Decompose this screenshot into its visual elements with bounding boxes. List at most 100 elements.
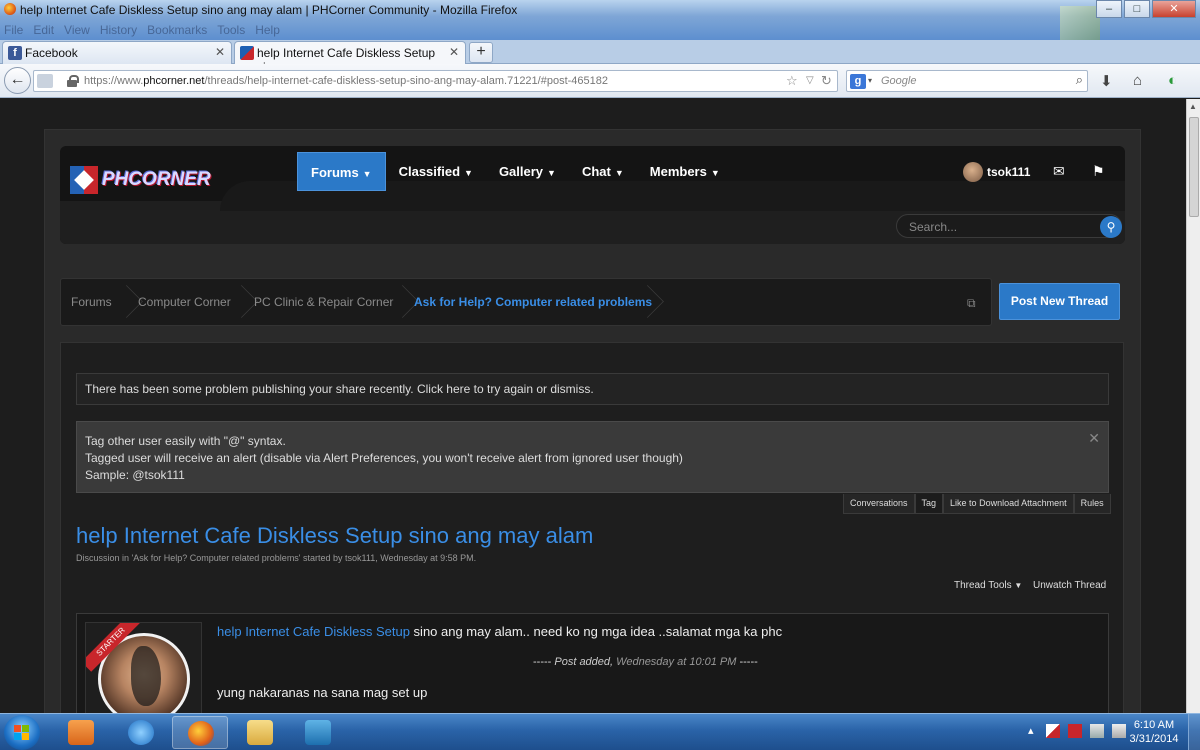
nav-forums[interactable]: Forums ▼	[297, 152, 386, 191]
flag-icon[interactable]	[1046, 724, 1060, 738]
logo-cube-icon	[70, 166, 98, 194]
username: tsok111	[987, 165, 1031, 179]
start-button[interactable]	[4, 715, 40, 750]
post-new-thread-button[interactable]: Post New Thread	[999, 283, 1120, 320]
user-menu[interactable]: tsok111	[963, 162, 1030, 182]
menu-file[interactable]: File	[4, 23, 23, 37]
internet-explorer-icon	[128, 720, 154, 745]
post-added-separator: ----- Post added, Wednesday at 10:01 PM …	[533, 656, 758, 668]
close-button[interactable]: ✕	[1152, 0, 1196, 18]
search-icon[interactable]: ⌕	[1076, 72, 1083, 88]
tab-phcorner-thread[interactable]: help Internet Cafe Diskless Setup sino..…	[234, 41, 466, 74]
site-search-input[interactable]: Search... ⚲	[896, 214, 1122, 238]
caret-down-icon: ▼	[614, 168, 624, 178]
menu-view[interactable]: View	[64, 23, 90, 37]
breadcrumb-ask-for-help[interactable]: Ask for Help? Computer related problems	[414, 279, 652, 325]
nav-chat[interactable]: Chat ▼	[569, 152, 637, 191]
menu-tools[interactable]: Tools	[217, 23, 245, 37]
scrollbar-thumb[interactable]	[1189, 117, 1199, 217]
taskbar-firefox[interactable]	[172, 716, 228, 749]
post-user-info: STARTER	[85, 622, 202, 713]
menu-edit[interactable]: Edit	[33, 23, 54, 37]
security-icon[interactable]	[1068, 724, 1082, 738]
taskbar-ccleaner[interactable]	[290, 716, 346, 749]
nav-members[interactable]: Members ▼	[637, 152, 733, 191]
main-content: There has been some problem publishing y…	[60, 342, 1124, 713]
thread-title: help Internet Cafe Diskless Setup sino a…	[76, 523, 594, 548]
breadcrumb-forums[interactable]: Forums	[71, 279, 112, 325]
home-icon[interactable]: ⌂	[1133, 72, 1142, 89]
close-tab-icon[interactable]: ✕	[449, 45, 459, 59]
notice-tab-like-to-download[interactable]: Like to Download Attachment	[943, 494, 1074, 514]
search-placeholder: Google	[881, 75, 917, 87]
menu-bar: File Edit View History Bookmarks Tools H…	[4, 23, 280, 37]
notice-tab-conversations[interactable]: Conversations	[843, 494, 915, 514]
breadcrumb-computer-corner[interactable]: Computer Corner	[138, 279, 231, 325]
breadcrumb-pc-clinic[interactable]: PC Clinic & Repair Corner	[254, 279, 393, 325]
menu-bookmarks[interactable]: Bookmarks	[147, 23, 207, 37]
volume-icon[interactable]	[1112, 724, 1126, 738]
breadcrumb-separator	[639, 279, 649, 325]
menu-help[interactable]: Help	[255, 23, 280, 37]
show-hidden-icons-icon[interactable]: ▴	[1028, 724, 1038, 738]
back-button[interactable]: ←	[4, 67, 31, 94]
windows-logo-icon	[14, 725, 30, 740]
post-link[interactable]: help Internet Cafe Diskless Setup	[217, 624, 410, 639]
dropdown-icon[interactable]: ▽	[806, 75, 814, 86]
google-icon[interactable]: g	[850, 74, 866, 89]
tab-facebook[interactable]: f Facebook ✕	[2, 41, 232, 64]
notice-tab-rules[interactable]: Rules	[1073, 494, 1111, 514]
url-text: https://www.phcorner.net/threads/help-in…	[84, 75, 609, 87]
sitemap-icon[interactable]: ⧉	[967, 296, 976, 311]
notice-tab-tag[interactable]: Tag	[914, 494, 944, 514]
envelope-icon[interactable]: ✉	[1053, 163, 1065, 180]
engine-dropdown-icon[interactable]: ▾	[868, 76, 872, 85]
taskbar-media-player[interactable]	[53, 716, 109, 749]
tab-label: Facebook	[25, 46, 78, 60]
search-placeholder: Search...	[909, 220, 958, 234]
menu-history[interactable]: History	[100, 23, 137, 37]
minimize-button[interactable]: –	[1096, 0, 1122, 18]
caret-down-icon: ▼	[547, 168, 556, 178]
window-title: help Internet Cafe Diskless Setup sino a…	[20, 3, 518, 17]
close-tab-icon[interactable]: ✕	[215, 45, 225, 59]
show-desktop-button[interactable]	[1188, 714, 1200, 750]
reload-icon[interactable]: ↻	[821, 73, 832, 89]
post-text: yung nakaranas na sana mag set up	[217, 685, 428, 700]
taskbar-explorer[interactable]	[232, 716, 288, 749]
system-clock[interactable]: 6:10 AM 3/31/2014	[1126, 718, 1182, 746]
lock-icon	[67, 75, 79, 87]
tag-notice: Tag other user easily with "@" syntax. T…	[76, 421, 1109, 493]
unwatch-thread-link[interactable]: Unwatch Thread	[1033, 580, 1106, 591]
close-icon[interactable]: ✕	[1088, 430, 1100, 447]
site-identity-icon[interactable]	[37, 74, 53, 88]
flag-icon[interactable]: ⚑	[1092, 163, 1105, 180]
site-header: PHCORNER Forums ▼ Classified ▼ Gallery ▼ Ch…	[60, 146, 1125, 244]
maximize-button[interactable]: □	[1124, 0, 1150, 18]
search-bar[interactable]: g ▾ Google ⌕	[846, 70, 1088, 92]
new-tab-button[interactable]: +	[469, 42, 493, 63]
main-navigation: Forums ▼ Classified ▼ Gallery ▼ Chat ▼ Membe…	[297, 152, 733, 191]
nav-gallery[interactable]: Gallery ▼	[486, 152, 569, 191]
taskbar: ▴ 6:10 AM 3/31/2014	[0, 713, 1200, 750]
ccleaner-icon	[305, 720, 331, 745]
page-scrollbar[interactable]: ▲	[1186, 99, 1200, 713]
thread-tools-menu[interactable]: Thread Tools ▼	[954, 580, 1022, 591]
nav-classified[interactable]: Classified ▼	[386, 152, 486, 191]
taskbar-internet-explorer[interactable]	[113, 716, 169, 749]
back-arrow-icon: ←	[9, 71, 26, 88]
site-logo[interactable]: PHCORNER	[70, 166, 230, 196]
addon-icon[interactable]: ◐	[1168, 72, 1177, 89]
search-icon[interactable]: ⚲	[1100, 216, 1122, 238]
bookmark-star-icon[interactable]: ☆	[786, 73, 798, 89]
scroll-up-icon[interactable]: ▲	[1189, 102, 1197, 111]
page-viewport: PHCORNER Forums ▼ Classified ▼ Gallery ▼ Ch…	[0, 99, 1186, 713]
forum-container: PHCORNER Forums ▼ Classified ▼ Gallery ▼ Ch…	[44, 129, 1141, 713]
logo-text: PHCORNER	[102, 169, 211, 190]
share-problem-notice[interactable]: There has been some problem publishing y…	[76, 373, 1109, 405]
network-icon[interactable]	[1090, 724, 1104, 738]
breadcrumb-separator	[394, 279, 404, 325]
downloads-icon[interactable]: ⬇	[1100, 72, 1113, 90]
address-bar[interactable]: https://www.phcorner.net/threads/help-in…	[33, 70, 838, 92]
phcorner-icon	[240, 46, 254, 60]
